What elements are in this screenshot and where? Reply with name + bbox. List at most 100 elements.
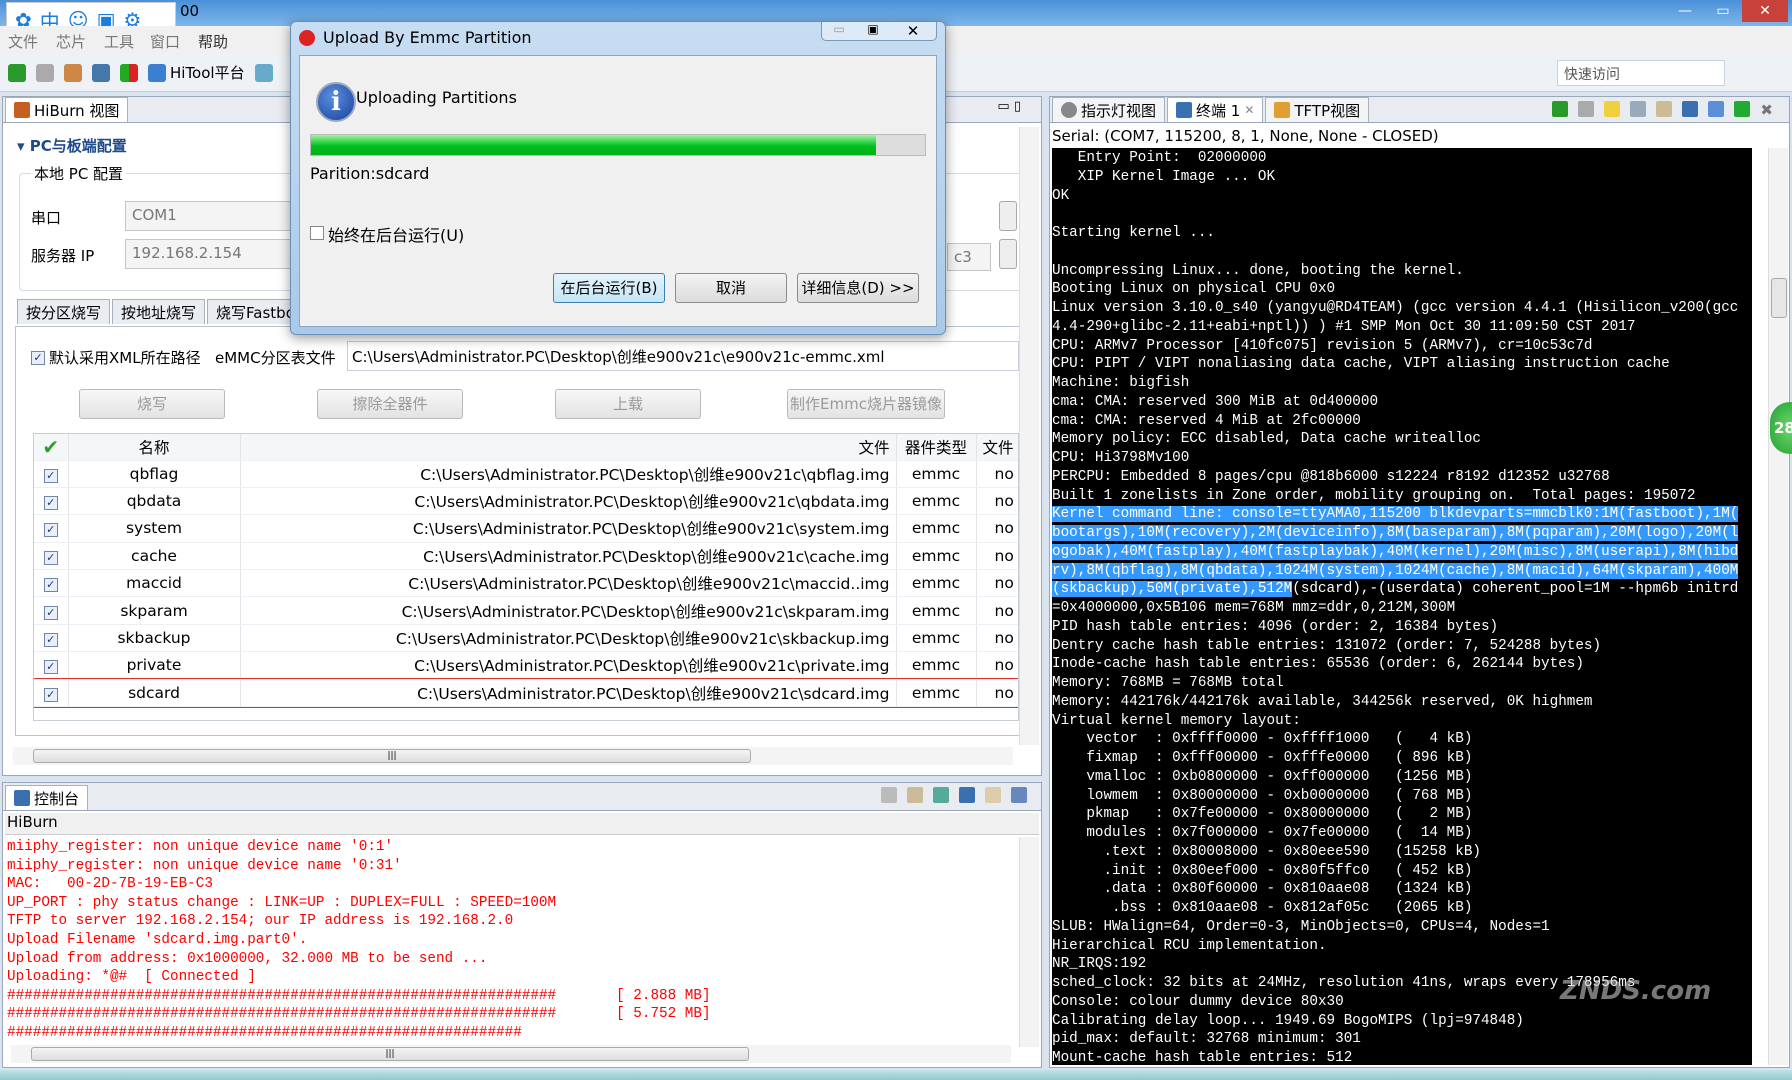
columns-icon[interactable] (1630, 101, 1647, 117)
dialog-close-button[interactable]: ✕ (890, 22, 936, 40)
table-row[interactable]: ✓ system C:\Users\Administrator.PC\Desktop… (34, 514, 1018, 543)
vertical-scrollbar[interactable] (1019, 127, 1039, 745)
close-tab-icon[interactable]: ✕ (1244, 103, 1254, 117)
disconnect-icon[interactable] (36, 63, 54, 82)
pin-console-icon[interactable] (933, 787, 949, 803)
menu-window[interactable]: 窗口 (150, 31, 180, 52)
column-file[interactable]: 文件 (240, 434, 897, 461)
checkbox[interactable]: ✓ (43, 496, 58, 511)
dialog-maximize-button[interactable]: ▣ (856, 22, 890, 40)
dialog-minimize-button[interactable]: ▭ (822, 22, 856, 40)
column-name[interactable]: 名称 (68, 434, 241, 461)
terminal-output[interactable]: Entry Point: 02000000 XIP Kernel Image .… (1052, 148, 1752, 1065)
transfer-icon[interactable] (120, 63, 138, 82)
column-type[interactable]: 器件类型 (896, 434, 977, 461)
section-header[interactable]: ▾ PC与板端配置 (17, 135, 127, 156)
table-row[interactable]: ✓ skbackup C:\Users\Administrator.PC\Deskt… (34, 624, 1018, 653)
ip-field[interactable]: c3 (947, 243, 991, 271)
add-icon[interactable] (1708, 101, 1725, 117)
checkbox[interactable]: ✓ (43, 523, 58, 538)
always-background-checkbox[interactable] (310, 226, 324, 240)
server-ip-select[interactable]: 192.168.2.154 (125, 239, 295, 269)
details-button[interactable]: 详细信息(D) >> (797, 273, 919, 303)
table-row[interactable]: ✓ qbdata C:\Users\Administrator.PC\Desktop… (34, 487, 1018, 516)
table-row[interactable]: ✓ skparam C:\Users\Administrator.PC\Deskto… (34, 596, 1018, 625)
tab-console[interactable]: 控制台 (5, 785, 89, 810)
column-file-2[interactable]: 文件 (976, 434, 1018, 461)
checkbox[interactable]: ✓ (43, 660, 58, 675)
run-icon[interactable] (1734, 101, 1751, 117)
log-icon[interactable] (1604, 101, 1621, 117)
run-in-background-button[interactable]: 在后台运行(B) (553, 273, 665, 303)
row-checkbox[interactable]: ✓ (34, 679, 69, 708)
side-button[interactable] (999, 201, 1017, 231)
maximize-button[interactable]: ▭ (1704, 0, 1742, 22)
console-vertical-scrollbar[interactable] (1019, 837, 1039, 1047)
tab-partition-burn[interactable]: 按分区烧写 (17, 299, 111, 324)
row-checkbox[interactable]: ✓ (34, 651, 69, 680)
terminal-vertical-scrollbar[interactable] (1768, 148, 1788, 1065)
scroll-thumb[interactable]: ||| (33, 749, 751, 763)
checkbox[interactable]: ✓ (43, 605, 58, 620)
console-output[interactable]: miiphy_register: non unique device name … (7, 838, 1017, 1038)
export-icon[interactable] (1011, 787, 1027, 803)
make-emmc-image-button[interactable]: 制作Emmc烧片器镜像 (787, 389, 945, 419)
select-all-check-icon[interactable]: ✔ (34, 434, 69, 461)
erase-all-button[interactable]: 擦除全器件 (317, 389, 463, 419)
robot-icon[interactable] (254, 63, 273, 82)
checkbox[interactable]: ✓ (43, 687, 58, 702)
checkbox[interactable]: ✓ (43, 578, 58, 593)
table-row[interactable]: ✓ qbflag C:\Users\Administrator.PC\Desktop… (34, 460, 1018, 488)
hitool-platform-button[interactable]: HiTool平台 (170, 62, 245, 83)
console-horizontal-scrollbar[interactable]: ||| (11, 1045, 1011, 1063)
checkbox[interactable]: ✓ (43, 633, 58, 648)
emmc-xml-path-input[interactable]: C:\Users\Administrator.PC\Desktop\创维e900… (347, 341, 1019, 371)
burn-button[interactable]: 烧写 (79, 389, 225, 419)
checkbox[interactable]: ✓ (43, 550, 58, 565)
horizontal-scrollbar[interactable]: ||| (13, 747, 1013, 765)
row-checkbox[interactable]: ✓ (34, 542, 69, 571)
row-checkbox[interactable]: ✓ (34, 487, 69, 516)
tab-address-burn[interactable]: 按地址烧写 (112, 299, 206, 324)
open-console-icon[interactable] (985, 787, 1001, 803)
side-button[interactable] (999, 239, 1017, 269)
scroll-lock-icon[interactable] (907, 787, 923, 803)
disconnect-icon[interactable] (1578, 101, 1595, 117)
table-row[interactable]: ✓ maccid C:\Users\Administrator.PC\Desktop… (34, 569, 1018, 598)
upload-button[interactable]: 上载 (555, 389, 701, 419)
row-checkbox[interactable]: ✓ (34, 514, 69, 543)
cancel-button[interactable]: 取消 (675, 273, 787, 303)
tab-indicator-view[interactable]: 指示灯视图 (1052, 97, 1166, 122)
clear-console-icon[interactable] (881, 787, 897, 803)
display-console-icon[interactable] (959, 787, 975, 803)
quick-access-input[interactable]: 快速访问 (1557, 60, 1725, 86)
menu-tools[interactable]: 工具 (104, 31, 134, 52)
tab-terminal-1[interactable]: 终端 1 ✕ (1167, 97, 1264, 122)
lock-icon[interactable] (1656, 101, 1673, 117)
close-button[interactable]: ✕ (1742, 0, 1788, 22)
row-checkbox[interactable]: ✓ (34, 460, 69, 488)
checkbox[interactable]: ✓ (43, 468, 58, 483)
tab-tftp-view[interactable]: TFTP视图 (1265, 97, 1370, 122)
new-terminal-icon[interactable] (1682, 101, 1699, 117)
connect-icon[interactable] (1552, 101, 1569, 117)
home-icon[interactable] (148, 63, 166, 82)
serial-port-select[interactable]: COM1 (125, 201, 295, 231)
table-row[interactable]: ✓ sdcard C:\Users\Administrator.PC\Desktop… (34, 678, 1018, 708)
menu-file[interactable]: 文件 (8, 31, 38, 52)
minimize-button[interactable]: — (1666, 0, 1704, 22)
table-row[interactable]: ✓ cache C:\Users\Administrator.PC\Desktop\… (34, 542, 1018, 571)
row-checkbox[interactable]: ✓ (34, 624, 69, 653)
row-checkbox[interactable]: ✓ (34, 569, 69, 598)
menu-chip[interactable]: 芯片 (56, 31, 86, 52)
stop-icon[interactable]: ✖ (1760, 101, 1773, 119)
chip-icon[interactable] (64, 63, 82, 82)
table-row[interactable]: ✓ private C:\Users\Administrator.PC\Deskto… (34, 651, 1018, 680)
row-checkbox[interactable]: ✓ (34, 596, 69, 625)
menu-help[interactable]: 帮助 (198, 31, 228, 52)
minimize-view-button[interactable]: ▭ ▯ (997, 99, 1021, 114)
side-badge[interactable]: 28 (1770, 402, 1792, 454)
connect-icon[interactable] (8, 63, 26, 82)
scroll-thumb[interactable]: ||| (31, 1047, 749, 1061)
tab-hiburn[interactable]: HiBurn 视图 (5, 97, 129, 122)
